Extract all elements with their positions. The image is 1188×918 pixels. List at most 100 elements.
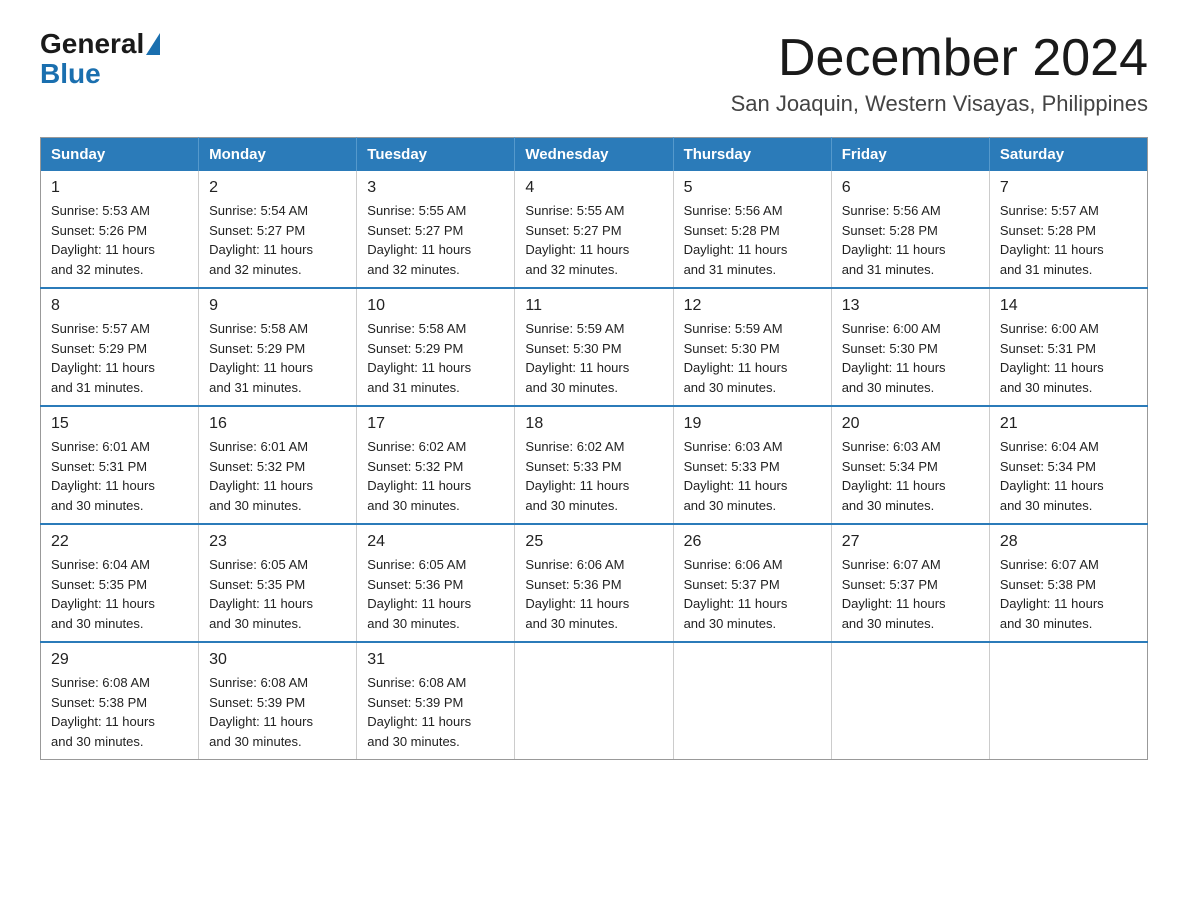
calendar-cell: 8Sunrise: 5:57 AMSunset: 5:29 PMDaylight… — [41, 288, 199, 406]
calendar-cell: 10 Sunrise: 5:58 AMSunset: 5:29 PMDayligh… — [357, 288, 515, 406]
day-info: Sunrise: 6:02 AMSunset: 5:33 PMDaylight:… — [525, 437, 662, 515]
weekday-header-tuesday: Tuesday — [357, 138, 515, 172]
day-number: 9 — [209, 297, 346, 315]
page-header: General Blue December 2024 San Joaquin, … — [40, 30, 1148, 117]
day-info: Sunrise: 6:02 AMSunset: 5:32 PMDaylight:… — [367, 437, 504, 515]
weekday-header-friday: Friday — [831, 138, 989, 172]
calendar-week-row: 22 Sunrise: 6:04 AMSunset: 5:35 PMDayligh… — [41, 524, 1148, 642]
calendar-cell: 16 Sunrise: 6:01 AMSunset: 5:32 PMDayligh… — [199, 406, 357, 524]
day-number: 13 — [842, 297, 979, 315]
logo-general-text: General — [40, 30, 144, 58]
day-info: Sunrise: 5:54 AMSunset: 5:27 PMDaylight:… — [209, 201, 346, 279]
day-number: 3 — [367, 179, 504, 197]
calendar-week-row: 1Sunrise: 5:53 AMSunset: 5:26 PMDaylight… — [41, 171, 1148, 288]
day-number: 4 — [525, 179, 662, 197]
day-number: 22 — [51, 533, 188, 551]
day-number: 14 — [1000, 297, 1137, 315]
day-info: Sunrise: 6:03 AMSunset: 5:33 PMDaylight:… — [684, 437, 821, 515]
calendar-cell: 9 Sunrise: 5:58 AMSunset: 5:29 PMDaylight… — [199, 288, 357, 406]
calendar-cell: 28Sunrise: 6:07 AMSunset: 5:38 PMDayligh… — [989, 524, 1147, 642]
day-info: Sunrise: 6:07 AMSunset: 5:37 PMDaylight:… — [842, 555, 979, 633]
day-info: Sunrise: 5:59 AMSunset: 5:30 PMDaylight:… — [684, 319, 821, 397]
calendar-cell: 22 Sunrise: 6:04 AMSunset: 5:35 PMDayligh… — [41, 524, 199, 642]
day-info: Sunrise: 5:57 AMSunset: 5:29 PMDaylight:… — [51, 319, 188, 397]
calendar-cell: 5 Sunrise: 5:56 AMSunset: 5:28 PMDaylight… — [673, 171, 831, 288]
day-number: 6 — [842, 179, 979, 197]
calendar-cell: 12Sunrise: 5:59 AMSunset: 5:30 PMDayligh… — [673, 288, 831, 406]
day-number: 31 — [367, 651, 504, 669]
calendar-cell: 17 Sunrise: 6:02 AMSunset: 5:32 PMDayligh… — [357, 406, 515, 524]
day-info: Sunrise: 6:05 AMSunset: 5:36 PMDaylight:… — [367, 555, 504, 633]
day-info: Sunrise: 6:00 AMSunset: 5:31 PMDaylight:… — [1000, 319, 1137, 397]
day-number: 19 — [684, 415, 821, 433]
day-info: Sunrise: 6:01 AMSunset: 5:32 PMDaylight:… — [209, 437, 346, 515]
calendar-week-row: 29Sunrise: 6:08 AMSunset: 5:38 PMDayligh… — [41, 642, 1148, 760]
calendar-cell: 7 Sunrise: 5:57 AMSunset: 5:28 PMDaylight… — [989, 171, 1147, 288]
day-number: 17 — [367, 415, 504, 433]
day-number: 27 — [842, 533, 979, 551]
calendar-cell: 1Sunrise: 5:53 AMSunset: 5:26 PMDaylight… — [41, 171, 199, 288]
day-info: Sunrise: 5:53 AMSunset: 5:26 PMDaylight:… — [51, 201, 188, 279]
day-info: Sunrise: 6:08 AMSunset: 5:39 PMDaylight:… — [367, 673, 504, 751]
weekday-header-saturday: Saturday — [989, 138, 1147, 172]
day-info: Sunrise: 6:08 AMSunset: 5:38 PMDaylight:… — [51, 673, 188, 751]
calendar-cell: 20Sunrise: 6:03 AMSunset: 5:34 PMDayligh… — [831, 406, 989, 524]
calendar-cell: 31 Sunrise: 6:08 AMSunset: 5:39 PMDayligh… — [357, 642, 515, 760]
calendar-cell: 6 Sunrise: 5:56 AMSunset: 5:28 PMDaylight… — [831, 171, 989, 288]
day-info: Sunrise: 6:01 AMSunset: 5:31 PMDaylight:… — [51, 437, 188, 515]
day-info: Sunrise: 6:04 AMSunset: 5:34 PMDaylight:… — [1000, 437, 1137, 515]
day-number: 24 — [367, 533, 504, 551]
day-info: Sunrise: 5:58 AMSunset: 5:29 PMDaylight:… — [209, 319, 346, 397]
day-info: Sunrise: 6:06 AMSunset: 5:37 PMDaylight:… — [684, 555, 821, 633]
calendar-cell — [831, 642, 989, 760]
logo-blue-text: Blue — [40, 58, 101, 89]
location-title: San Joaquin, Western Visayas, Philippine… — [731, 91, 1148, 117]
day-number: 30 — [209, 651, 346, 669]
day-number: 10 — [367, 297, 504, 315]
calendar-cell: 18 Sunrise: 6:02 AMSunset: 5:33 PMDayligh… — [515, 406, 673, 524]
calendar-cell — [515, 642, 673, 760]
calendar-cell: 21 Sunrise: 6:04 AMSunset: 5:34 PMDayligh… — [989, 406, 1147, 524]
calendar-cell: 26 Sunrise: 6:06 AMSunset: 5:37 PMDayligh… — [673, 524, 831, 642]
day-number: 5 — [684, 179, 821, 197]
day-number: 21 — [1000, 415, 1137, 433]
calendar-cell: 4Sunrise: 5:55 AMSunset: 5:27 PMDaylight… — [515, 171, 673, 288]
calendar-cell: 25Sunrise: 6:06 AMSunset: 5:36 PMDayligh… — [515, 524, 673, 642]
calendar-cell: 2 Sunrise: 5:54 AMSunset: 5:27 PMDaylight… — [199, 171, 357, 288]
day-info: Sunrise: 5:57 AMSunset: 5:28 PMDaylight:… — [1000, 201, 1137, 279]
day-number: 15 — [51, 415, 188, 433]
day-number: 18 — [525, 415, 662, 433]
day-number: 25 — [525, 533, 662, 551]
day-number: 20 — [842, 415, 979, 433]
calendar-cell: 14 Sunrise: 6:00 AMSunset: 5:31 PMDayligh… — [989, 288, 1147, 406]
day-number: 23 — [209, 533, 346, 551]
calendar-cell: 30 Sunrise: 6:08 AMSunset: 5:39 PMDayligh… — [199, 642, 357, 760]
calendar-week-row: 8Sunrise: 5:57 AMSunset: 5:29 PMDaylight… — [41, 288, 1148, 406]
day-number: 11 — [525, 297, 662, 315]
title-area: December 2024 San Joaquin, Western Visay… — [731, 30, 1148, 117]
day-info: Sunrise: 5:56 AMSunset: 5:28 PMDaylight:… — [684, 201, 821, 279]
calendar-cell: 3 Sunrise: 5:55 AMSunset: 5:27 PMDaylight… — [357, 171, 515, 288]
day-info: Sunrise: 6:08 AMSunset: 5:39 PMDaylight:… — [209, 673, 346, 751]
calendar-cell — [989, 642, 1147, 760]
weekday-header-sunday: Sunday — [41, 138, 199, 172]
day-number: 16 — [209, 415, 346, 433]
day-number: 2 — [209, 179, 346, 197]
calendar-table: SundayMondayTuesdayWednesdayThursdayFrid… — [40, 137, 1148, 760]
calendar-cell: 29Sunrise: 6:08 AMSunset: 5:38 PMDayligh… — [41, 642, 199, 760]
calendar-cell: 23 Sunrise: 6:05 AMSunset: 5:35 PMDayligh… — [199, 524, 357, 642]
day-info: Sunrise: 5:59 AMSunset: 5:30 PMDaylight:… — [525, 319, 662, 397]
calendar-cell: 15 Sunrise: 6:01 AMSunset: 5:31 PMDayligh… — [41, 406, 199, 524]
day-info: Sunrise: 6:04 AMSunset: 5:35 PMDaylight:… — [51, 555, 188, 633]
day-info: Sunrise: 6:05 AMSunset: 5:35 PMDaylight:… — [209, 555, 346, 633]
weekday-header-wednesday: Wednesday — [515, 138, 673, 172]
calendar-cell: 19 Sunrise: 6:03 AMSunset: 5:33 PMDayligh… — [673, 406, 831, 524]
day-info: Sunrise: 5:58 AMSunset: 5:29 PMDaylight:… — [367, 319, 504, 397]
weekday-header-thursday: Thursday — [673, 138, 831, 172]
weekday-header-row: SundayMondayTuesdayWednesdayThursdayFrid… — [41, 138, 1148, 172]
day-number: 26 — [684, 533, 821, 551]
calendar-cell: 24 Sunrise: 6:05 AMSunset: 5:36 PMDayligh… — [357, 524, 515, 642]
day-info: Sunrise: 5:56 AMSunset: 5:28 PMDaylight:… — [842, 201, 979, 279]
day-info: Sunrise: 5:55 AMSunset: 5:27 PMDaylight:… — [367, 201, 504, 279]
day-number: 7 — [1000, 179, 1137, 197]
